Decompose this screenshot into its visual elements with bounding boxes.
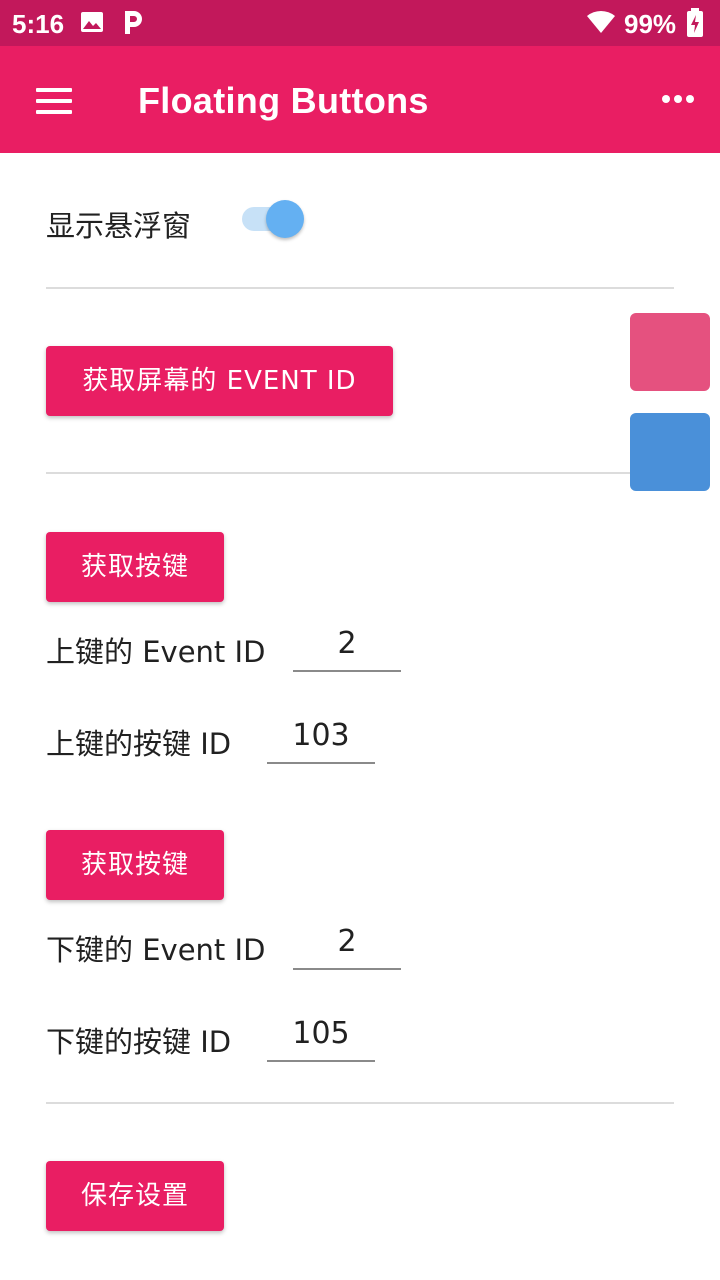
- up-event-id-field[interactable]: 2: [293, 624, 401, 672]
- up-key-id-label: 上键的按键 ID: [46, 727, 232, 761]
- app-bar: Floating Buttons: [0, 46, 720, 153]
- battery-charging-icon: [687, 8, 703, 37]
- get-up-key-button[interactable]: 获取按键: [46, 532, 224, 602]
- show-floating-label: 显示悬浮窗: [46, 209, 192, 243]
- divider: [46, 1102, 674, 1104]
- get-down-key-button[interactable]: 获取按键: [46, 830, 224, 900]
- battery-percent: 99%: [624, 9, 677, 39]
- status-time: 5:16: [12, 9, 65, 39]
- more-options-icon[interactable]: [660, 92, 696, 106]
- divider: [46, 472, 674, 474]
- down-event-id-label: 下键的 Event ID: [46, 933, 266, 967]
- save-settings-button[interactable]: 保存设置: [46, 1161, 224, 1231]
- p-icon: [125, 11, 142, 34]
- up-event-id-label: 上键的 Event ID: [46, 635, 266, 669]
- show-floating-switch[interactable]: [242, 200, 306, 240]
- get-screen-event-id-button[interactable]: 获取屏幕的 EVENT ID: [46, 346, 393, 416]
- divider: [46, 287, 674, 289]
- down-key-id-field[interactable]: 105: [267, 1014, 375, 1062]
- floating-down-button[interactable]: [630, 413, 710, 491]
- status-bar: 5:16 99%: [0, 0, 720, 46]
- app-title: Floating Buttons: [138, 80, 429, 121]
- menu-icon[interactable]: [36, 88, 72, 114]
- image-icon: [81, 12, 103, 32]
- wifi-icon: [587, 10, 615, 34]
- up-key-id-field[interactable]: 103: [267, 716, 375, 764]
- switch-thumb: [266, 200, 304, 238]
- down-event-id-field[interactable]: 2: [293, 922, 401, 970]
- floating-up-button[interactable]: [630, 313, 710, 391]
- down-key-id-label: 下键的按键 ID: [46, 1025, 232, 1059]
